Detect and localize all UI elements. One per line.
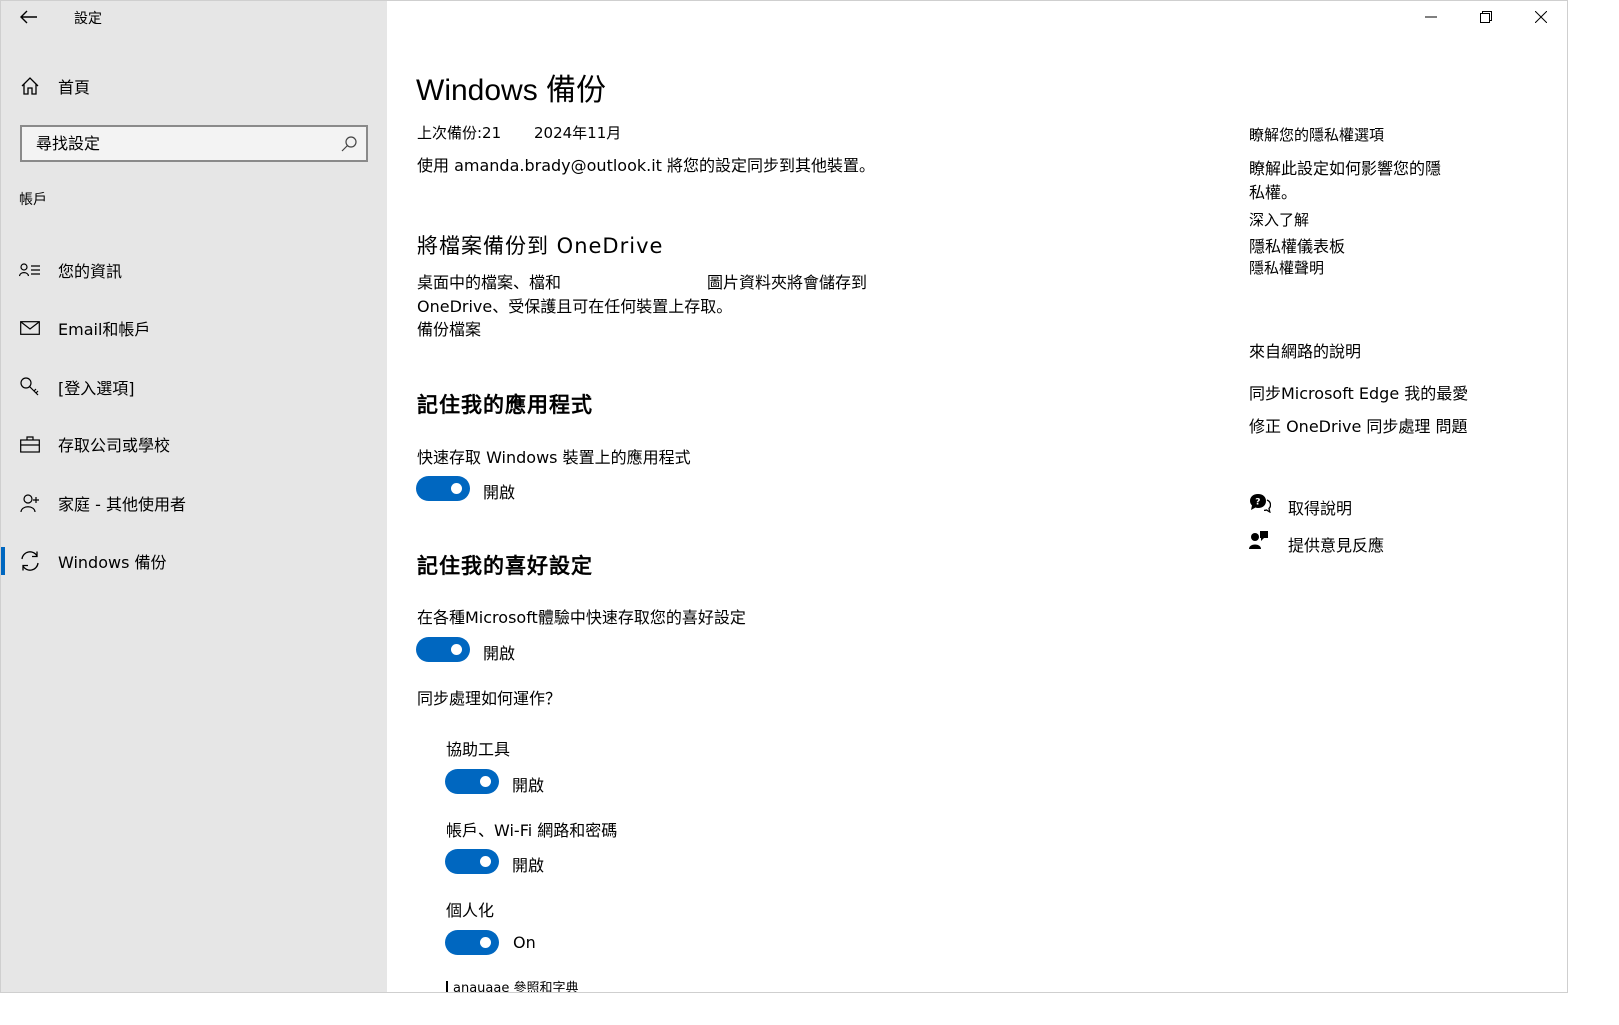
backup-files-link[interactable]: 備份檔案 xyxy=(417,316,481,340)
feedback-icon xyxy=(1249,530,1269,554)
accounts-wifi-state: 開啟 xyxy=(512,856,545,875)
sidebar-item-label: Email和帳戶 xyxy=(58,320,151,339)
accessibility-state: 開啟 xyxy=(512,776,545,795)
page-title: Windows 備份 xyxy=(416,74,607,107)
privacy-desc-line1: 瞭解此設定如何影響您的隱 xyxy=(1249,159,1442,178)
remember-apps-toggle[interactable] xyxy=(416,476,470,501)
remember-prefs-desc: 在各種Microsoft體驗中快速存取您的喜好設定 xyxy=(417,608,746,627)
remember-prefs-toggle[interactable] xyxy=(416,637,470,662)
onedrive-desc-part2: 圖片資料夾將會儲存到 xyxy=(707,273,868,292)
restore-icon xyxy=(1480,11,1492,23)
how-sync-works-link[interactable]: 同步處理如何運作？ xyxy=(417,685,561,709)
web-help-heading: 來自網路的說明 xyxy=(1249,342,1362,361)
home-icon xyxy=(19,75,41,97)
privacy-dashboard-link[interactable]: 隱私權儀表板 xyxy=(1249,233,1345,257)
sidebar-item-label: 家庭 - 其他使用者 xyxy=(58,495,186,514)
search-box[interactable] xyxy=(20,125,368,162)
sidebar-item-your-info[interactable]: 您的資訊 xyxy=(1,248,387,292)
sidebar-item-work-school[interactable]: 存取公司或學校 xyxy=(1,422,387,466)
mail-icon xyxy=(19,317,41,339)
add-person-icon xyxy=(19,492,41,514)
close-button[interactable] xyxy=(1518,1,1564,33)
personalization-label: 個人化 xyxy=(446,901,495,920)
settings-window: 設定 首頁 帳戶 xyxy=(0,0,1568,993)
restore-button[interactable] xyxy=(1463,1,1509,33)
sidebar-item-label: 您的資訊 xyxy=(58,262,123,281)
accessibility-label: 協助工具 xyxy=(446,740,511,759)
remember-prefs-state: 開啟 xyxy=(483,644,516,663)
accounts-wifi-toggle[interactable] xyxy=(445,849,499,874)
onedrive-heading: 將檔案備份到 OneDrive xyxy=(417,234,664,258)
privacy-desc-line2: 私權。 xyxy=(1249,183,1298,202)
last-backup-date: 2024年11月 xyxy=(534,124,622,142)
svg-text:?: ? xyxy=(1255,498,1260,508)
back-button[interactable] xyxy=(15,5,43,29)
get-help-link[interactable]: 取得說明 xyxy=(1288,495,1352,519)
section-label-accounts: 帳戶 xyxy=(19,192,47,208)
sidebar-item-windows-backup[interactable]: Windows 備份 xyxy=(1,539,387,583)
learn-more-link[interactable]: 深入了解 xyxy=(1249,209,1309,230)
language-item-cutoff: anauaae 參照和字典 xyxy=(446,977,578,992)
nav-home-label: 首頁 xyxy=(58,78,91,97)
search-input[interactable] xyxy=(22,127,332,160)
minimize-button[interactable] xyxy=(1408,1,1454,33)
sidebar-item-label: [登入選項] xyxy=(58,379,135,398)
minimize-icon xyxy=(1425,16,1437,18)
personalization-state: On xyxy=(513,933,536,952)
sidebar-item-family[interactable]: 家庭 - 其他使用者 xyxy=(1,481,387,525)
close-icon xyxy=(1535,11,1547,23)
briefcase-icon xyxy=(19,433,41,455)
onedrive-desc-part1: 桌面中的檔案、檔和 xyxy=(417,273,562,292)
remember-apps-heading: 記住我的應用程式 xyxy=(417,393,593,417)
remember-apps-desc: 快速存取 Windows 裝置上的應用程式 xyxy=(417,448,691,467)
sidebar-item-email[interactable]: Email和帳戶 xyxy=(1,306,387,350)
get-help-icon: ? xyxy=(1249,493,1272,517)
sidebar-item-label: 存取公司或學校 xyxy=(58,436,171,455)
key-icon xyxy=(19,376,41,398)
accessibility-toggle[interactable] xyxy=(445,769,499,794)
back-arrow-icon xyxy=(20,10,37,24)
sync-icon xyxy=(19,550,41,572)
search-icon[interactable] xyxy=(340,135,358,153)
privacy-statement-link[interactable]: 隱私權聲明 xyxy=(1249,257,1324,278)
last-backup-label: 上次備份:21 xyxy=(417,124,502,142)
sync-account-text: 使用 amanda.brady@outlook.it 將您的設定同步到其他裝置。 xyxy=(417,156,876,175)
sidebar: 設定 首頁 帳戶 xyxy=(1,1,387,992)
app-title: 設定 xyxy=(74,11,102,27)
remember-prefs-heading: 記住我的喜好設定 xyxy=(417,554,593,578)
remember-apps-state: 開啟 xyxy=(483,483,516,502)
person-card-icon xyxy=(19,259,41,281)
sync-edge-favorites-link[interactable]: 同步Microsoft Edge 我的最愛 xyxy=(1249,380,1468,404)
privacy-heading: 瞭解您的隱私權選項 xyxy=(1249,126,1385,144)
fix-onedrive-sync-link[interactable]: 修正 OneDrive 同步處理 問題 xyxy=(1249,413,1468,437)
sidebar-item-sign-in-options[interactable]: [登入選項] xyxy=(1,365,387,409)
text-cursor xyxy=(446,981,448,992)
accounts-wifi-label: 帳戶、Wi-Fi 網路和密碼 xyxy=(446,821,618,840)
feedback-link[interactable]: 提供意見反應 xyxy=(1288,532,1384,556)
onedrive-desc-line2: OneDrive、受保護且可在任何裝置上存取。 xyxy=(417,297,733,316)
personalization-toggle[interactable] xyxy=(445,930,499,955)
sidebar-item-label: Windows 備份 xyxy=(58,553,167,572)
nav-home[interactable]: 首頁 xyxy=(1,67,387,105)
